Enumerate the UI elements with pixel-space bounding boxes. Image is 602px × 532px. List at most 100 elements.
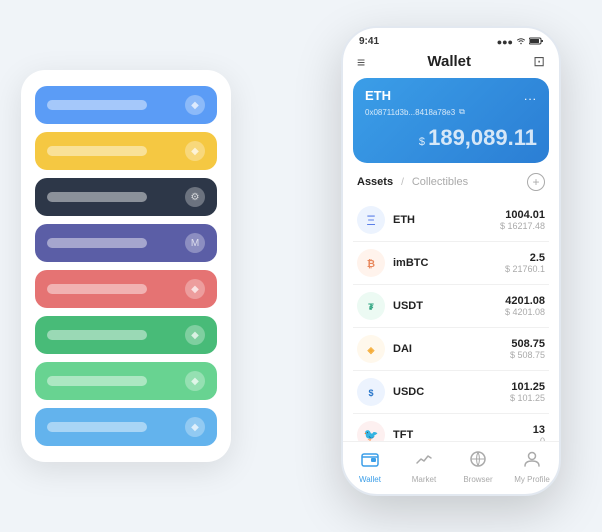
dai-asset-name: DAI	[393, 343, 510, 355]
imbtc-asset-usd: $ 21760.1	[505, 264, 545, 274]
imbtc-asset-amounts: 2.5 $ 21760.1	[505, 252, 545, 274]
eth-card-header: ETH ...	[365, 88, 537, 103]
profile-nav-icon	[523, 450, 541, 473]
card-item[interactable]: M	[35, 224, 217, 262]
card-icon: ◆	[185, 371, 205, 391]
card-label	[47, 100, 147, 110]
eth-card[interactable]: ETH ... 0x08711d3b...8418a78e3 ⧉ $ 189,0…	[353, 78, 549, 163]
asset-item-imbtc[interactable]: ₿ imBTC 2.5 $ 21760.1	[353, 242, 549, 285]
page-title: Wallet	[427, 53, 471, 70]
usdc-asset-amounts: 101.25 $ 101.25	[510, 381, 545, 403]
tft-asset-icon: 🐦	[357, 421, 385, 441]
usdt-asset-usd: $ 4201.08	[505, 307, 545, 317]
card-label	[47, 192, 147, 202]
eth-card-address: 0x08711d3b...8418a78e3 ⧉	[365, 107, 537, 117]
tab-collectibles[interactable]: Collectibles	[412, 176, 468, 188]
eth-address-text: 0x08711d3b...8418a78e3	[365, 108, 455, 117]
card-icon: ◆	[185, 95, 205, 115]
svg-text:₿: ₿	[367, 258, 375, 270]
card-item[interactable]: ◆	[35, 408, 217, 446]
tft-asset-amounts: 13 0	[533, 424, 545, 441]
phone-header: ≡ Wallet ⊡	[343, 51, 559, 78]
tft-asset-amount: 13	[533, 424, 545, 436]
bottom-nav: Wallet Market	[343, 441, 559, 494]
imbtc-asset-icon: ₿	[357, 249, 385, 277]
wallet-nav-label: Wallet	[359, 475, 381, 484]
card-icon: ⚙	[185, 187, 205, 207]
svg-text:$: $	[368, 388, 373, 398]
imbtc-asset-amount: 2.5	[505, 252, 545, 264]
usdc-asset-amount: 101.25	[510, 381, 545, 393]
browser-nav-label: Browser	[463, 475, 492, 484]
tab-divider: /	[401, 177, 404, 188]
eth-asset-icon: Ξ	[357, 206, 385, 234]
eth-card-menu[interactable]: ...	[524, 89, 537, 103]
usdt-asset-amount: 4201.08	[505, 295, 545, 307]
nav-browser[interactable]: Browser	[451, 450, 505, 484]
card-item[interactable]: ⚙	[35, 178, 217, 216]
dai-asset-amount: 508.75	[510, 338, 545, 350]
svg-text:₮: ₮	[368, 302, 374, 312]
asset-list: Ξ ETH 1004.01 $ 16217.48 ₿ imBTC 2.5	[343, 199, 559, 441]
battery-icon	[529, 37, 543, 47]
card-icon: M	[185, 233, 205, 253]
nav-profile[interactable]: My Profile	[505, 450, 559, 484]
card-label	[47, 330, 147, 340]
dai-asset-amounts: 508.75 $ 508.75	[510, 338, 545, 360]
status-time: 9:41	[359, 36, 379, 47]
usdt-asset-icon: ₮	[357, 292, 385, 320]
assets-header: Assets / Collectibles +	[343, 173, 559, 199]
wallet-nav-icon	[361, 450, 379, 473]
scan-icon[interactable]: ⊡	[533, 53, 545, 70]
browser-nav-icon	[469, 450, 487, 473]
card-item[interactable]: ◆	[35, 86, 217, 124]
menu-icon[interactable]: ≡	[357, 54, 365, 70]
imbtc-asset-name: imBTC	[393, 257, 505, 269]
card-item[interactable]: ◆	[35, 362, 217, 400]
card-icon: ◆	[185, 417, 205, 437]
eth-asset-usd: $ 16217.48	[500, 221, 545, 231]
card-label	[47, 238, 147, 248]
card-label	[47, 284, 147, 294]
asset-item-eth[interactable]: Ξ ETH 1004.01 $ 16217.48	[353, 199, 549, 242]
status-icons: ●●●	[497, 37, 543, 47]
card-label	[47, 146, 147, 156]
market-nav-label: Market	[412, 475, 436, 484]
phone-mockup: 9:41 ●●●	[341, 26, 561, 496]
usdc-asset-usd: $ 101.25	[510, 393, 545, 403]
card-icon: ◆	[185, 325, 205, 345]
nav-wallet[interactable]: Wallet	[343, 450, 397, 484]
asset-item-usdc[interactable]: $ USDC 101.25 $ 101.25	[353, 371, 549, 414]
tab-assets[interactable]: Assets	[357, 176, 393, 188]
left-card-panel: ◆ ◆ ⚙ M ◆ ◆ ◆ ◆	[21, 70, 231, 462]
card-item[interactable]: ◆	[35, 270, 217, 308]
asset-item-dai[interactable]: ◈ DAI 508.75 $ 508.75	[353, 328, 549, 371]
status-bar: 9:41 ●●●	[343, 28, 559, 51]
eth-asset-amounts: 1004.01 $ 16217.48	[500, 209, 545, 231]
dai-asset-usd: $ 508.75	[510, 350, 545, 360]
assets-tabs: Assets / Collectibles	[357, 176, 468, 188]
add-asset-button[interactable]: +	[527, 173, 545, 191]
asset-item-tft[interactable]: 🐦 TFT 13 0	[353, 414, 549, 441]
usdt-asset-amounts: 4201.08 $ 4201.08	[505, 295, 545, 317]
card-item[interactable]: ◆	[35, 316, 217, 354]
eth-asset-name: ETH	[393, 214, 500, 226]
eth-balance-label: $ 189,089.11	[365, 125, 537, 151]
svg-text:◈: ◈	[367, 345, 376, 355]
card-label	[47, 422, 147, 432]
dai-asset-icon: ◈	[357, 335, 385, 363]
nav-market[interactable]: Market	[397, 450, 451, 484]
usdc-asset-name: USDC	[393, 386, 510, 398]
asset-item-usdt[interactable]: ₮ USDT 4201.08 $ 4201.08	[353, 285, 549, 328]
usdt-asset-name: USDT	[393, 300, 505, 312]
eth-card-name: ETH	[365, 88, 391, 103]
card-item[interactable]: ◆	[35, 132, 217, 170]
scene: ◆ ◆ ⚙ M ◆ ◆ ◆ ◆	[21, 16, 581, 516]
signal-icon: ●●●	[497, 37, 513, 47]
eth-asset-amount: 1004.01	[500, 209, 545, 221]
card-label	[47, 376, 147, 386]
copy-icon[interactable]: ⧉	[459, 107, 465, 117]
card-icon: ◆	[185, 141, 205, 161]
profile-nav-label: My Profile	[514, 475, 550, 484]
usdc-asset-icon: $	[357, 378, 385, 406]
